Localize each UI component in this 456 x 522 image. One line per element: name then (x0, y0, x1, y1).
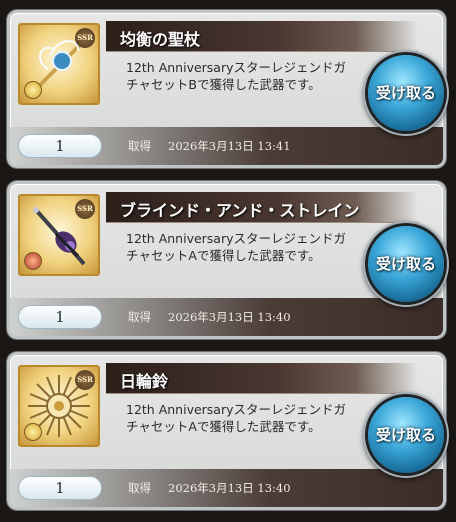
title-bar: 均衡の聖杖 (106, 21, 418, 52)
quantity-field: 1 (18, 134, 102, 158)
weapon-thumbnail[interactable]: SSR (18, 194, 100, 276)
acquisition-strip: 1 取得 2026年3月13日 13:40 (10, 469, 443, 507)
rarity-badge: SSR (75, 28, 95, 48)
rarity-badge: SSR (75, 370, 95, 390)
element-icon (24, 423, 42, 441)
item-name: 日輪鈴 (120, 372, 169, 391)
item-list: SSR 均衡の聖杖 12th Anniversaryスターレジェンドガチャセット… (0, 0, 456, 522)
acquired-date: 2026年3月13日 13:40 (168, 481, 291, 495)
acquired-label: 取得 (128, 139, 151, 153)
acquisition-strip: 1 取得 2026年3月13日 13:40 (10, 298, 443, 336)
element-icon (24, 81, 42, 99)
title-bar: ブラインド・アンド・ストレイン (106, 192, 418, 223)
acquired-date: 2026年3月13日 13:41 (168, 139, 291, 153)
acquired-label: 取得 (128, 310, 151, 324)
acquisition-strip: 1 取得 2026年3月13日 13:41 (10, 127, 443, 165)
rarity-badge: SSR (75, 199, 95, 219)
item-description: 12th AnniversaryスターレジェンドガチャセットAで獲得した武器です… (126, 402, 347, 434)
receive-button[interactable]: 受け取る (368, 55, 444, 131)
item-card: SSR ブラインド・アンド・ストレイン 12th Anniversaryスターレ… (7, 181, 446, 339)
acquired-date: 2026年3月13日 13:40 (168, 310, 291, 324)
item-name: ブラインド・アンド・ストレイン (120, 201, 360, 220)
receive-button[interactable]: 受け取る (368, 397, 444, 473)
item-description: 12th AnniversaryスターレジェンドガチャセットAで獲得した武器です… (126, 231, 347, 263)
title-bar: 日輪鈴 (106, 363, 418, 394)
quantity-field: 1 (18, 476, 102, 500)
weapon-thumbnail[interactable]: SSR (18, 365, 100, 447)
weapon-thumbnail[interactable]: SSR (18, 23, 100, 105)
item-name: 均衡の聖杖 (120, 30, 201, 49)
acquired-label: 取得 (128, 481, 151, 495)
item-card: SSR 日輪鈴 12th AnniversaryスターレジェンドガチャセットAで… (7, 352, 446, 510)
item-card: SSR 均衡の聖杖 12th Anniversaryスターレジェンドガチャセット… (7, 10, 446, 168)
element-icon (24, 252, 42, 270)
item-description: 12th AnniversaryスターレジェンドガチャセットBで獲得した武器です… (126, 60, 347, 92)
receive-button[interactable]: 受け取る (368, 226, 444, 302)
quantity-field: 1 (18, 305, 102, 329)
